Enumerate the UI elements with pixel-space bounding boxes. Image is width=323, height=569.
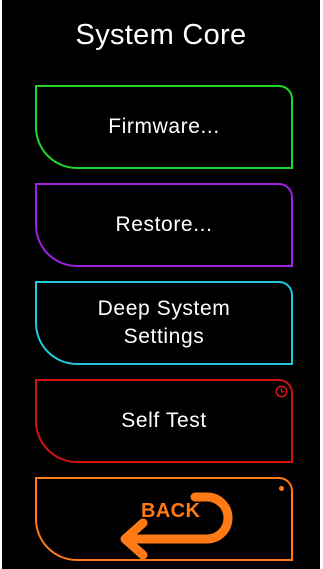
deep-system-settings-button-label: Deep System Settings — [97, 297, 231, 348]
deep-system-settings-button[interactable]: Deep System Settings — [35, 281, 293, 365]
clock-icon — [275, 385, 288, 398]
back-button[interactable]: BACK — [35, 477, 293, 561]
indicator-dot-icon — [279, 486, 284, 491]
system-core-screen: System Core Firmware... Restore... Deep … — [2, 0, 320, 569]
restore-button[interactable]: Restore... — [35, 183, 293, 267]
firmware-button[interactable]: Firmware... — [35, 85, 293, 169]
self-test-button-label: Self Test — [121, 409, 207, 432]
firmware-button-label: Firmware... — [108, 115, 220, 138]
restore-button-label: Restore... — [115, 213, 213, 236]
back-button-label: BACK — [141, 500, 201, 522]
self-test-button[interactable]: Self Test — [35, 379, 293, 463]
page-title: System Core — [75, 19, 247, 51]
